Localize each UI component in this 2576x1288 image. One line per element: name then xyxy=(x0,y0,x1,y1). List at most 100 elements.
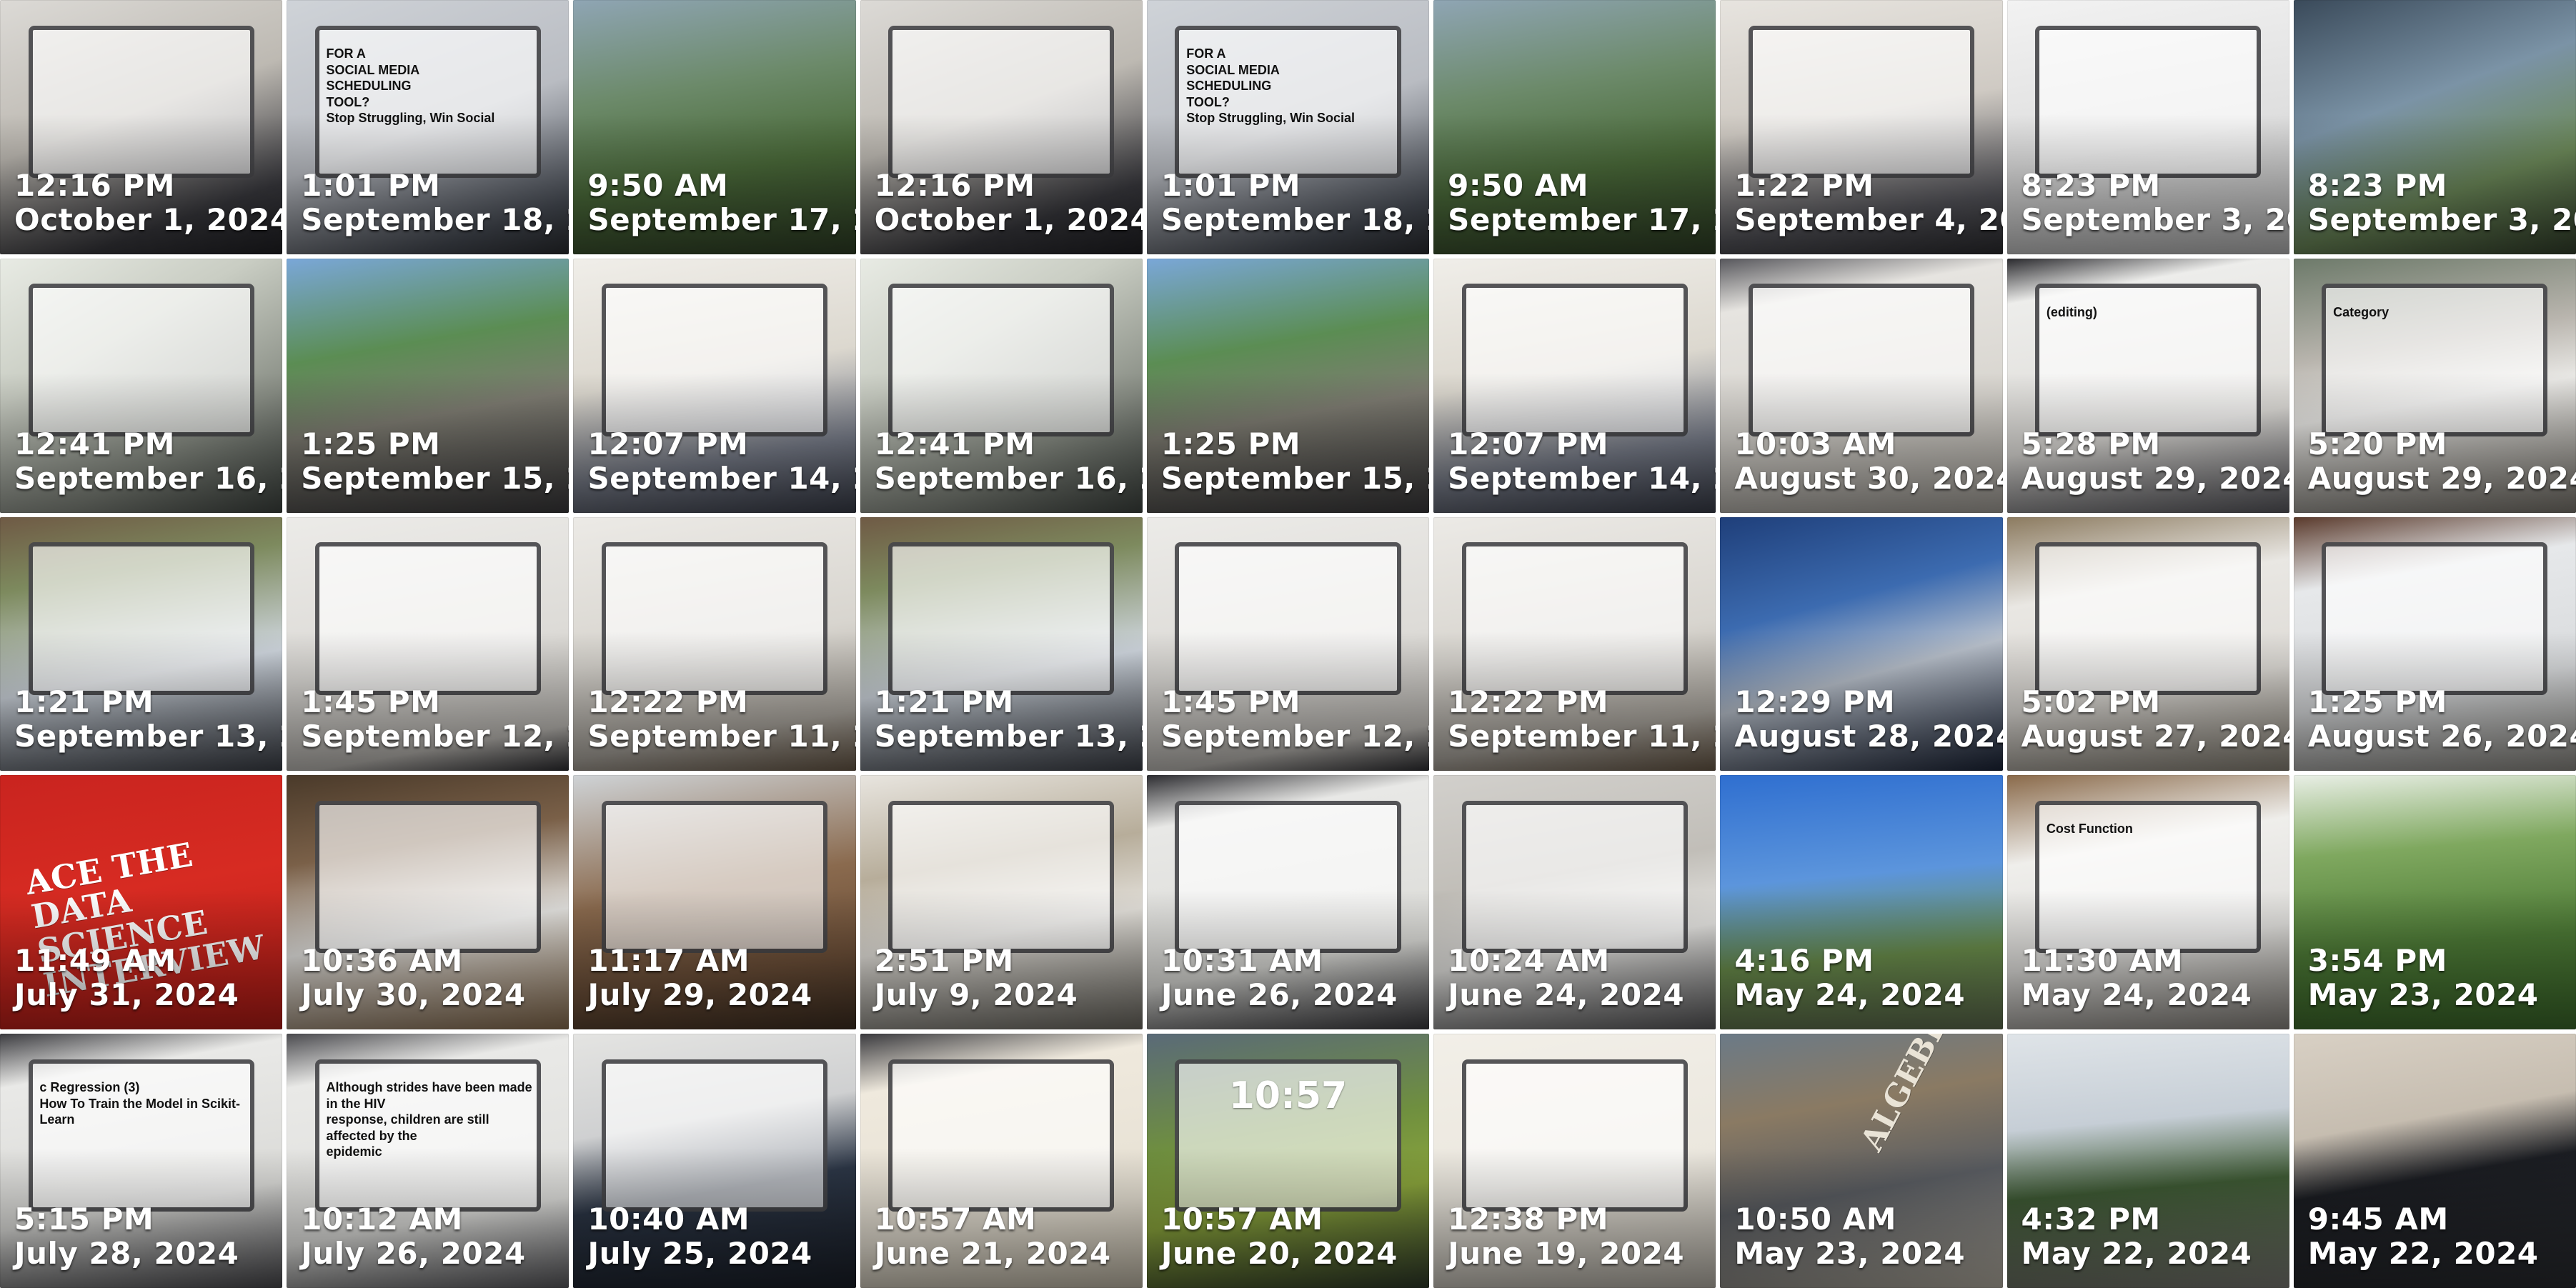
tile-time: 11:17 AM xyxy=(587,943,750,979)
tile-time: 1:45 PM xyxy=(301,684,441,720)
tile-date: September 14, 2024 xyxy=(1448,460,1716,496)
tile-time: 1:21 PM xyxy=(874,684,1014,720)
photo-tile[interactable]: c Regression (3) How To Train the Model i… xyxy=(0,1034,283,1288)
tile-time: 12:41 PM xyxy=(14,426,175,461)
tile-date: September 16, 2024 xyxy=(14,460,282,496)
tile-time: 12:22 PM xyxy=(1448,684,1608,720)
photo-tile[interactable]: Although strides have been made in the H… xyxy=(287,1034,570,1288)
photo-tile[interactable]: 10:03 AM August 30, 2024 xyxy=(1720,258,2003,513)
tile-time: 2:51 PM xyxy=(874,943,1014,979)
photo-tile[interactable]: 12:07 PMSeptember 14, 2024 xyxy=(1433,258,1716,513)
photo-tile[interactable]: 1:25 PM August 26, 2024 xyxy=(2293,516,2576,772)
photo-tile[interactable]: 5:02 PM August 27, 2024 xyxy=(2006,516,2289,772)
photo-tile[interactable]: 9:45 AM May 22, 2024 xyxy=(2293,1034,2576,1288)
photo-tile[interactable]: 12:07 PMSeptember 14, 2024 xyxy=(573,258,856,513)
tile-time: 1:01 PM xyxy=(301,167,441,203)
tile-time: 12:41 PM xyxy=(874,426,1035,461)
photo-tile[interactable]: 10:57 AM June 21, 2024 xyxy=(860,1034,1143,1288)
photo-tile[interactable]: ALGEBRA 10:50 AM May 23, 2024 xyxy=(1720,1034,2003,1288)
photo-tile[interactable]: 10:57 10:57 AM June 20, 2024 xyxy=(1146,1034,1430,1288)
photo-tile[interactable]: 10:36 AM July 30, 2024 xyxy=(287,775,570,1030)
photo-tile[interactable]: 1:22 PMSeptember 4, 2024 xyxy=(1720,0,2003,254)
photo-tile[interactable]: 11:17 AM July 29, 2024 xyxy=(573,775,856,1030)
tile-date: May 23, 2024 xyxy=(1734,1235,1966,1271)
tile-time: 10:57 AM xyxy=(1160,1201,1323,1237)
tile-time: 12:16 PM xyxy=(14,167,175,203)
tile-date: August 27, 2024 xyxy=(2021,719,2289,754)
tile-date: June 21, 2024 xyxy=(874,1235,1111,1271)
photo-tile[interactable]: 4:32 PM May 22, 2024 xyxy=(2006,1034,2289,1288)
photo-tile[interactable]: 1:25 PMSeptember 15, 2024 xyxy=(1146,258,1430,513)
tile-date: September 11, 2024 xyxy=(1448,719,1716,754)
photo-tile[interactable]: 9:50 AMSeptember 17, 2024 xyxy=(573,0,856,254)
tile-time: 8:23 PM xyxy=(2307,167,2447,203)
photo-tile[interactable]: 1:21 PMSeptember 13, 2024 xyxy=(860,516,1143,772)
photo-tile[interactable]: 12:16 PM October 1, 2024 xyxy=(0,0,283,254)
photo-tile[interactable]: 10:24 AM June 24, 2024 xyxy=(1433,775,1716,1030)
tile-date: July 26, 2024 xyxy=(301,1235,526,1271)
lockscreen-clock: 10:57 xyxy=(1228,1074,1348,1118)
screen-text-line: SCHEDULING xyxy=(326,79,412,94)
photo-grid: 12:16 PM October 1, 2024 FOR A SOCIAL MEDIA… xyxy=(0,0,2576,1288)
screen-text-line: Cost Function xyxy=(2046,822,2133,837)
tile-time: 12:07 PM xyxy=(1448,426,1608,461)
photo-tile[interactable]: 1:45 PMSeptember 12, 2024 xyxy=(1146,516,1430,772)
photo-tile[interactable]: 12:41 PMSeptember 16, 2024 xyxy=(860,258,1143,513)
photo-tile[interactable]: 1:25 PMSeptember 15, 2024 xyxy=(287,258,570,513)
tile-date: September 11, 2024 xyxy=(587,719,855,754)
tile-date: May 22, 2024 xyxy=(2307,1235,2539,1271)
tile-time: 1:25 PM xyxy=(2307,684,2447,720)
photo-tile[interactable]: 4:16 PM May 24, 2024 xyxy=(1720,775,2003,1030)
screen-text-line: c Regression (3) xyxy=(39,1080,140,1095)
photo-tile[interactable]: 9:50 AMSeptember 17, 2024 xyxy=(1433,0,1716,254)
screen-text-line: SOCIAL MEDIA xyxy=(326,62,420,77)
tile-date: September 15, 2024 xyxy=(1160,460,1429,496)
screen-text-line: response, children are still affected by… xyxy=(326,1112,489,1143)
photo-tile[interactable]: FOR ASOCIAL MEDIASCHEDULINGTOOL?Stop Str… xyxy=(1146,0,1430,254)
tile-time: 8:23 PM xyxy=(2021,167,2161,203)
tile-date: September 4, 2024 xyxy=(1734,201,2002,237)
photo-tile[interactable]: 3:54 PM May 23, 2024 xyxy=(2293,775,2576,1030)
photo-tile[interactable]: 8:23 PMSeptember 3, 2024 xyxy=(2006,0,2289,254)
tile-date: August 26, 2024 xyxy=(2307,719,2576,754)
tile-date: July 30, 2024 xyxy=(301,977,526,1013)
photo-tile[interactable]: 10:40 AM July 25, 2024 xyxy=(573,1034,856,1288)
tile-date: September 18, 2024 xyxy=(1160,201,1429,237)
tile-time: 1:22 PM xyxy=(1734,167,1874,203)
tile-time: 1:45 PM xyxy=(1160,684,1301,720)
photo-tile[interactable]: Category 5:20 PM August 29, 2024 xyxy=(2293,258,2576,513)
photo-tile[interactable]: 10:31 AM June 26, 2024 xyxy=(1146,775,1430,1030)
photo-tile[interactable]: 12:16 PM October 1, 2024 xyxy=(860,0,1143,254)
screen-text-line: How To Train the Model in Scikit-Learn xyxy=(39,1096,241,1127)
tile-date: June 24, 2024 xyxy=(1448,977,1685,1013)
tile-date: July 31, 2024 xyxy=(14,977,239,1013)
tile-time: 12:16 PM xyxy=(874,167,1035,203)
photo-tile[interactable]: FOR ASOCIAL MEDIASCHEDULINGTOOL?Stop Str… xyxy=(287,0,570,254)
photo-tile[interactable]: 12:41 PMSeptember 16, 2024 xyxy=(0,258,283,513)
photo-tile[interactable]: ACE THE DATA SCIENCE INTERVIEW11:49 AMJu… xyxy=(0,775,283,1030)
photo-tile[interactable]: 12:22 PMSeptember 11, 2024 xyxy=(573,516,856,772)
screen-text: c Regression (3) How To Train the Model i… xyxy=(39,1079,248,1128)
tile-date: September 13, 2024 xyxy=(14,719,282,754)
tile-time: 4:16 PM xyxy=(1734,943,1874,979)
tile-date: May 24, 2024 xyxy=(2021,977,2252,1013)
tile-date: May 23, 2024 xyxy=(2307,977,2539,1013)
tile-time: 10:57 AM xyxy=(874,1201,1037,1237)
photo-tile[interactable]: 12:22 PMSeptember 11, 2024 xyxy=(1433,516,1716,772)
tile-date: August 30, 2024 xyxy=(1734,460,2003,496)
tile-date: September 3, 2024 xyxy=(2307,201,2576,237)
tile-date: August 28, 2024 xyxy=(1734,719,2003,754)
photo-tile[interactable]: 1:45 PMSeptember 12, 2024 xyxy=(287,516,570,772)
screen-text-line: TOOL? xyxy=(326,94,370,109)
screen-text-line: FOR A xyxy=(326,46,366,61)
tile-time: 9:45 AM xyxy=(2307,1201,2449,1237)
photo-tile[interactable]: 1:21 PMSeptember 13, 2024 xyxy=(0,516,283,772)
photo-tile[interactable]: 12:29 PM August 28, 2024 xyxy=(1720,516,2003,772)
tile-date: May 24, 2024 xyxy=(1734,977,1966,1013)
photo-tile[interactable]: 12:38 PM June 19, 2024 xyxy=(1433,1034,1716,1288)
tile-time: 10:31 AM xyxy=(1160,943,1323,979)
photo-tile[interactable]: (editing) 5:28 PM August 29, 2024 xyxy=(2006,258,2289,513)
photo-tile[interactable]: 8:23 PMSeptember 3, 2024 xyxy=(2293,0,2576,254)
photo-tile[interactable]: 2:51 PM July 9, 2024 xyxy=(860,775,1143,1030)
photo-tile[interactable]: Cost Function 11:30 AM May 24, 2024 xyxy=(2006,775,2289,1030)
